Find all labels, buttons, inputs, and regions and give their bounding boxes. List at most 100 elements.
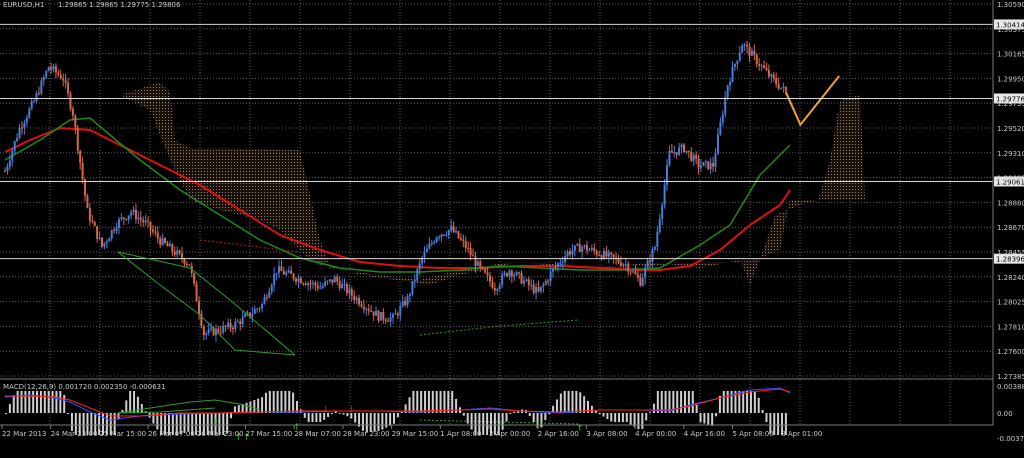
candle-body <box>586 245 588 251</box>
price-tick-label: 1.29095 <box>997 175 1024 183</box>
time-tick-label: 26 Mar 07:00 <box>148 430 195 438</box>
candle-body <box>634 271 637 275</box>
candle-body <box>287 270 290 273</box>
candle-body <box>481 267 484 269</box>
macd-bar <box>443 391 446 413</box>
candle-body <box>442 234 445 236</box>
candle-body <box>598 254 601 256</box>
macd-bar <box>761 410 764 413</box>
candle-body <box>588 249 591 251</box>
candle-body <box>777 84 780 89</box>
candle-body <box>256 308 259 310</box>
macd-bar <box>187 413 190 432</box>
candle-body <box>474 256 477 266</box>
candle-body <box>748 46 751 56</box>
candle-body <box>331 279 334 283</box>
candle-body <box>166 243 169 247</box>
candle-body <box>510 270 513 277</box>
candle-body <box>673 152 676 154</box>
candle-body <box>680 144 683 148</box>
macd-bar <box>245 402 248 413</box>
candle-body <box>702 162 705 167</box>
candle-body <box>280 266 283 272</box>
candle-body <box>57 72 60 75</box>
candle-body <box>532 284 535 293</box>
macd-bar <box>559 393 562 413</box>
candle-body <box>270 285 273 292</box>
candle-body <box>161 238 164 245</box>
candle-body <box>450 226 453 231</box>
candle-body <box>508 270 511 277</box>
macd-bar <box>32 391 35 413</box>
candle-body <box>25 117 28 123</box>
macd-bar <box>482 413 485 435</box>
time-tick-label: 8 Apr 01:00 <box>781 430 822 438</box>
candle-body <box>302 283 305 285</box>
chart-window[interactable]: 1.30414 1.29776 1.29061 1.28396 1.30590 1.30… <box>0 0 1024 458</box>
candle-body <box>709 162 712 170</box>
candle-body <box>343 284 346 286</box>
macd-bar <box>233 406 236 413</box>
candle-body <box>755 54 758 65</box>
candle-body <box>120 217 123 220</box>
price-tick-label: 1.28670 <box>997 224 1024 232</box>
candle-body <box>549 271 552 281</box>
price-tick-label: 1.29310 <box>997 150 1024 158</box>
candle-body <box>445 234 448 236</box>
macd-bar <box>606 413 609 419</box>
macd-bar <box>777 413 780 435</box>
candle-body <box>263 297 266 304</box>
macd-bar <box>439 391 442 413</box>
candle-body <box>767 69 770 77</box>
candle-body <box>52 66 55 70</box>
candle-body <box>435 237 438 243</box>
candle-body <box>515 272 518 275</box>
candle-body <box>193 273 196 284</box>
candle-body <box>338 281 341 289</box>
candle-body <box>644 267 647 278</box>
candle-body <box>42 77 45 81</box>
price-tick-label: 1.27810 <box>997 323 1024 331</box>
candle-body <box>154 231 157 233</box>
candle-body <box>210 327 213 329</box>
candle-body <box>593 247 596 252</box>
candle-body <box>198 301 200 314</box>
candle-body <box>782 86 785 88</box>
macd-bar <box>532 413 535 422</box>
candle-body <box>353 295 356 300</box>
macd-bar <box>590 405 593 413</box>
candle-body <box>423 251 426 258</box>
macd-bar <box>8 404 11 413</box>
candle-body <box>105 241 108 243</box>
candle-body <box>784 86 787 92</box>
buy-arrow-icon: ↑ <box>212 419 220 429</box>
candle-body <box>20 127 23 129</box>
candle-body <box>627 263 630 272</box>
candle-body <box>239 321 242 325</box>
macd-bar <box>555 399 558 413</box>
candle-body <box>74 115 77 128</box>
candle-body <box>712 162 715 167</box>
macd-scale-top: 0.00388 <box>997 383 1024 391</box>
candle-body <box>721 114 724 123</box>
candle-body <box>176 250 179 255</box>
candle-body <box>253 309 256 314</box>
candle-body <box>188 264 191 266</box>
chart-svg[interactable]: 1.304141.297761.290611.28396 1.305901.30… <box>0 0 1024 458</box>
candle-body <box>142 219 145 223</box>
price-tick-label: 1.30165 <box>997 51 1024 59</box>
time-tick-label: 28 Mar 23:00 <box>343 430 390 438</box>
candle-body <box>719 122 722 135</box>
macd-bar <box>687 391 690 413</box>
macd-bar <box>641 413 644 429</box>
candle-body <box>50 67 53 70</box>
macd-label: MACD(12,26,9) 0.001720 0.002350 -0.00063… <box>3 383 166 391</box>
candle-body <box>498 284 501 289</box>
macd-bar <box>39 391 42 413</box>
macd-bar <box>67 413 70 414</box>
candle-body <box>86 195 89 209</box>
candle-body <box>685 150 688 152</box>
candle-body <box>268 291 271 298</box>
macd-bar <box>726 391 729 413</box>
candle-body <box>753 50 756 55</box>
